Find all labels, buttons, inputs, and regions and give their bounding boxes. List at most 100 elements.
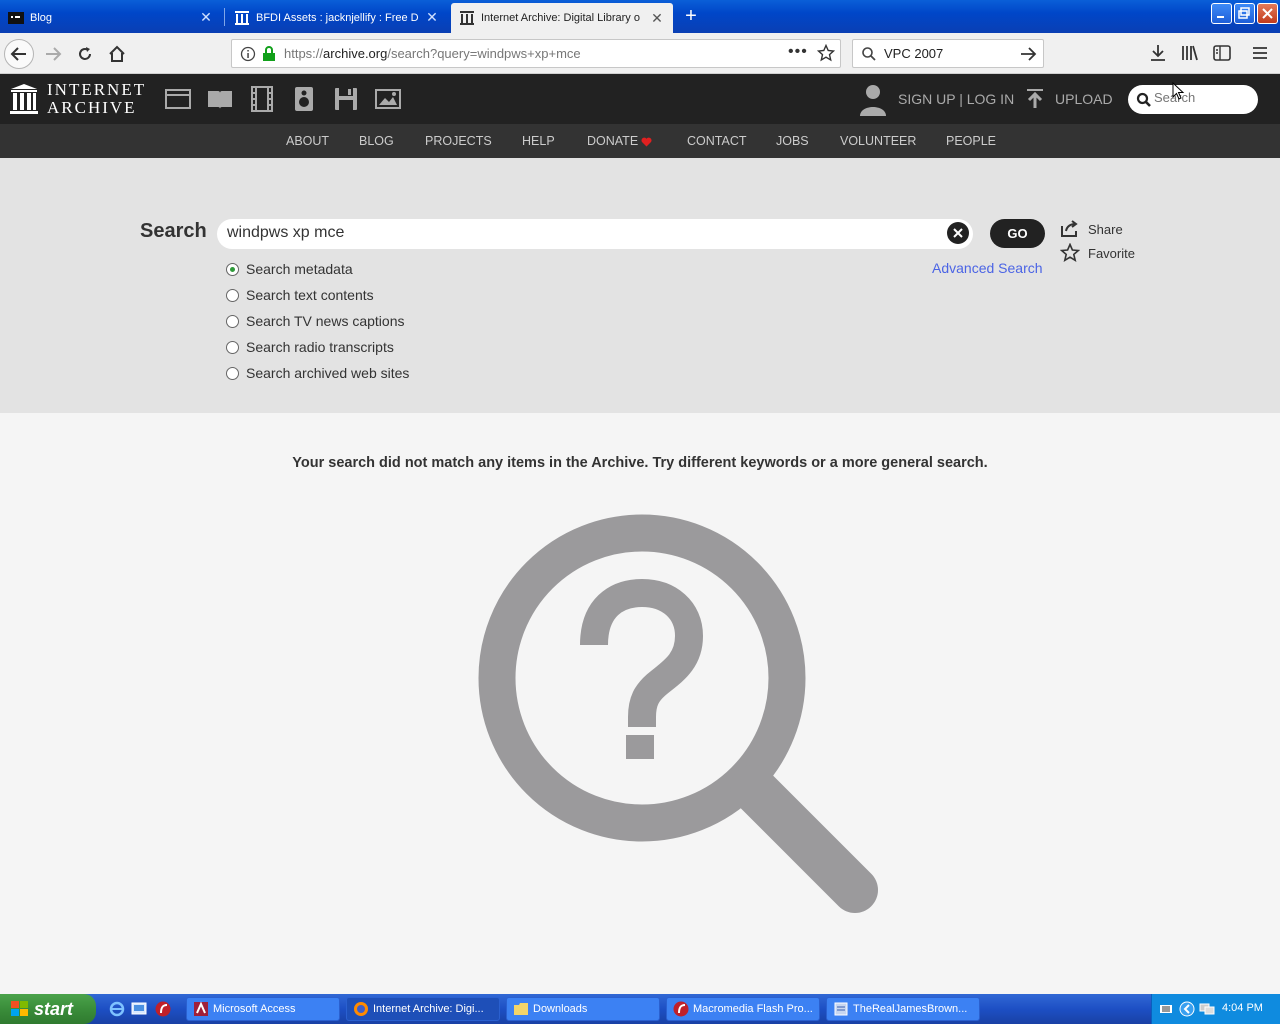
upload-link[interactable]: UPLOAD	[1055, 91, 1113, 107]
search-field[interactable]	[217, 219, 973, 249]
nav-people[interactable]: PEOPLE	[946, 134, 996, 148]
option-search-text-contents[interactable]: Search text contents	[226, 287, 374, 303]
network-tray-icon[interactable]	[1199, 1001, 1215, 1017]
chevron-left-icon[interactable]	[1179, 1001, 1195, 1017]
window-titlebar: Blog ✕ BFDI Assets : jacknjellify : Free…	[0, 0, 1280, 33]
url-text: https://archive.org/search?query=windpws…	[284, 46, 581, 61]
taskbar-item-label: Macromedia Flash Pro...	[693, 1003, 813, 1015]
nav-projects[interactable]: PROJECTS	[425, 134, 492, 148]
search-icon	[1136, 92, 1151, 107]
downloads-icon[interactable]	[1148, 43, 1168, 63]
tab-close-icon[interactable]: ✕	[198, 9, 214, 26]
browser-search-bar[interactable]: VPC 2007	[852, 39, 1044, 68]
taskbar-item-internet-archive[interactable]: Internet Archive: Digi...	[346, 997, 500, 1021]
share-button[interactable]: Share	[1060, 220, 1123, 238]
tab-internet-archive[interactable]: Internet Archive: Digital Library o ✕	[451, 3, 673, 33]
nav-blog[interactable]: BLOG	[359, 134, 394, 148]
advanced-search-link[interactable]: Advanced Search	[932, 260, 1043, 276]
back-button[interactable]	[4, 39, 34, 69]
home-button[interactable]	[102, 39, 132, 69]
internet-explorer-icon[interactable]	[109, 1001, 125, 1017]
option-search-web-sites[interactable]: Search archived web sites	[226, 365, 409, 381]
radio-button[interactable]	[226, 366, 239, 380]
ia-logo-text[interactable]: INTERNET ARCHIVE	[47, 81, 146, 117]
nav-help[interactable]: HELP	[522, 134, 555, 148]
nav-about[interactable]: ABOUT	[286, 134, 329, 148]
taskbar-item-label: TheRealJamesBrown...	[853, 1003, 968, 1015]
tab-close-icon[interactable]: ✕	[424, 9, 440, 26]
ia-logo-icon[interactable]	[10, 83, 38, 115]
heart-icon	[641, 137, 652, 147]
close-window-button[interactable]	[1257, 3, 1278, 24]
taskbar-item-label: Downloads	[533, 1003, 588, 1015]
forward-button[interactable]	[38, 39, 68, 69]
go-button[interactable]: GO	[990, 219, 1045, 248]
search-go-arrow-icon[interactable]	[1019, 45, 1037, 63]
tab-close-icon[interactable]: ✕	[649, 10, 665, 26]
clear-search-button[interactable]	[947, 222, 969, 244]
web-archive-icon[interactable]	[164, 85, 192, 113]
user-avatar-icon[interactable]	[858, 82, 888, 116]
favorite-button[interactable]: Favorite	[1060, 243, 1135, 263]
bookmark-star-icon[interactable]	[816, 43, 836, 67]
tab-title: BFDI Assets : jacknjellify : Free D	[256, 11, 419, 24]
option-label: Search metadata	[246, 261, 353, 277]
info-icon[interactable]	[240, 46, 256, 67]
taskbar-item-macromedia-flash[interactable]: Macromedia Flash Pro...	[666, 997, 820, 1021]
share-icon	[1061, 220, 1078, 237]
address-bar[interactable]: https://archive.org/search?query=windpws…	[231, 39, 841, 68]
restore-button[interactable]	[1234, 3, 1255, 24]
close-icon	[953, 228, 963, 238]
ia-top-nav: INTERNET ARCHIVE SIGN UP | LOG IN UPLOAD	[0, 74, 1280, 124]
reload-button[interactable]	[70, 39, 100, 69]
clock: 4:04 PM	[1222, 1002, 1263, 1014]
option-search-tv-news[interactable]: Search TV news captions	[226, 313, 405, 329]
start-label: start	[34, 998, 74, 1019]
start-button[interactable]: start	[0, 994, 96, 1024]
access-icon	[194, 1001, 208, 1016]
taskbar-item-downloads[interactable]: Downloads	[506, 997, 660, 1021]
folder-icon	[514, 1003, 528, 1015]
new-tab-button[interactable]: +	[678, 5, 704, 29]
radio-button[interactable]	[226, 314, 239, 328]
star-icon	[1060, 243, 1080, 262]
texts-book-icon[interactable]	[206, 85, 234, 113]
search-query-input[interactable]	[227, 224, 927, 242]
sidebar-icon[interactable]	[1212, 43, 1232, 63]
tab-bfdi-assets[interactable]: BFDI Assets : jacknjellify : Free D ✕	[226, 2, 448, 33]
ia-search-box[interactable]	[1128, 85, 1258, 114]
mouse-cursor-icon	[1172, 82, 1185, 100]
option-search-metadata[interactable]: Search metadata	[226, 261, 353, 277]
upload-icon[interactable]	[1025, 88, 1045, 110]
video-film-icon[interactable]	[248, 85, 276, 113]
library-icon[interactable]	[1180, 43, 1200, 63]
nav-jobs[interactable]: JOBS	[776, 134, 809, 148]
lock-icon[interactable]	[262, 46, 276, 67]
radio-button[interactable]	[226, 288, 239, 302]
forward-arrow-icon	[46, 47, 62, 61]
keyboard-tray-icon[interactable]	[1159, 1002, 1173, 1016]
ia-search-input[interactable]	[1154, 90, 1250, 105]
browser-search-value: VPC 2007	[884, 46, 944, 61]
nav-volunteer[interactable]: VOLUNTEER	[840, 134, 916, 148]
flash-quicklaunch-icon[interactable]	[155, 1001, 171, 1017]
page-actions-icon[interactable]: •••	[788, 43, 808, 61]
nav-donate[interactable]: DONATE	[587, 134, 638, 148]
option-search-radio[interactable]: Search radio transcripts	[226, 339, 394, 355]
no-results-message: Your search did not match any items in t…	[292, 455, 988, 471]
software-disk-icon[interactable]	[332, 85, 360, 113]
taskbar-item-microsoft-access[interactable]: Microsoft Access	[186, 997, 340, 1021]
minimize-button[interactable]	[1211, 3, 1232, 24]
tab-blog[interactable]: Blog ✕	[0, 2, 222, 33]
signup-login-link[interactable]: SIGN UP | LOG IN	[898, 91, 1014, 107]
menu-icon[interactable]	[1250, 43, 1270, 63]
radio-button[interactable]	[226, 340, 239, 354]
taskbar-item-label: Internet Archive: Digi...	[373, 1003, 484, 1015]
images-icon[interactable]	[374, 85, 402, 113]
audio-speaker-icon[interactable]	[290, 85, 318, 113]
search-panel: Search GO Search metadata Search text co…	[0, 158, 1280, 413]
taskbar-item-therealjamesbrown[interactable]: TheRealJamesBrown...	[826, 997, 980, 1021]
show-desktop-icon[interactable]	[131, 1001, 147, 1017]
radio-button[interactable]	[226, 262, 239, 276]
nav-contact[interactable]: CONTACT	[687, 134, 747, 148]
